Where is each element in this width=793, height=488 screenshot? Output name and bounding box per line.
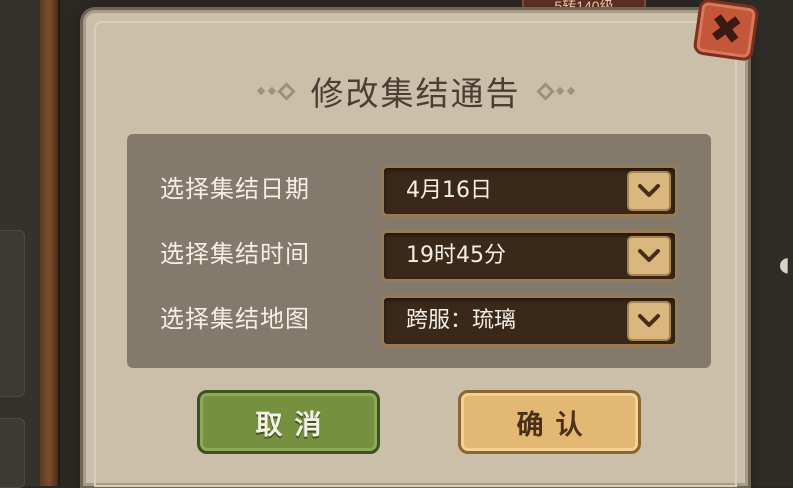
background-frame: [40, 0, 60, 486]
title-ornament-right: [535, 81, 575, 101]
rally-date-row: 选择集结日期 4月16日: [127, 161, 711, 217]
dialog-header: 修改集结通告: [86, 69, 745, 113]
rally-date-label: 选择集结日期: [160, 175, 310, 203]
rally-time-value: 19时45分: [406, 243, 506, 268]
background-glyph: ◖: [779, 252, 790, 276]
rally-map-row: 选择集结地图 跨服：琉璃: [127, 291, 711, 347]
rally-time-label: 选择集结时间: [160, 240, 310, 268]
rally-date-select[interactable]: 4月16日: [381, 165, 678, 217]
rally-date-value: 4月16日: [406, 178, 492, 203]
rally-map-select[interactable]: 跨服：琉璃: [381, 295, 678, 347]
close-button[interactable]: ✖: [692, 0, 760, 62]
chevron-down-icon[interactable]: [627, 236, 671, 276]
confirm-button[interactable]: 确认: [458, 390, 641, 454]
close-x-icon: ✖: [706, 4, 746, 56]
chevron-down-icon[interactable]: [627, 301, 671, 341]
title-ornament-left: [256, 81, 296, 101]
background-side-tab: [0, 230, 25, 397]
rally-map-value: 跨服：琉璃: [406, 308, 517, 333]
background-side-tab: [0, 418, 25, 488]
rally-settings-panel: 选择集结日期 4月16日 选择集结时间 19时45分 选择集结地图 跨服：琉璃: [127, 134, 711, 368]
rally-map-label: 选择集结地图: [160, 305, 310, 333]
chevron-down-icon[interactable]: [627, 171, 671, 211]
rally-time-row: 选择集结时间 19时45分: [127, 226, 711, 282]
rally-time-select[interactable]: 19时45分: [381, 230, 678, 282]
dialog-title: 修改集结通告: [310, 74, 521, 113]
cancel-button[interactable]: 取消: [197, 390, 380, 454]
